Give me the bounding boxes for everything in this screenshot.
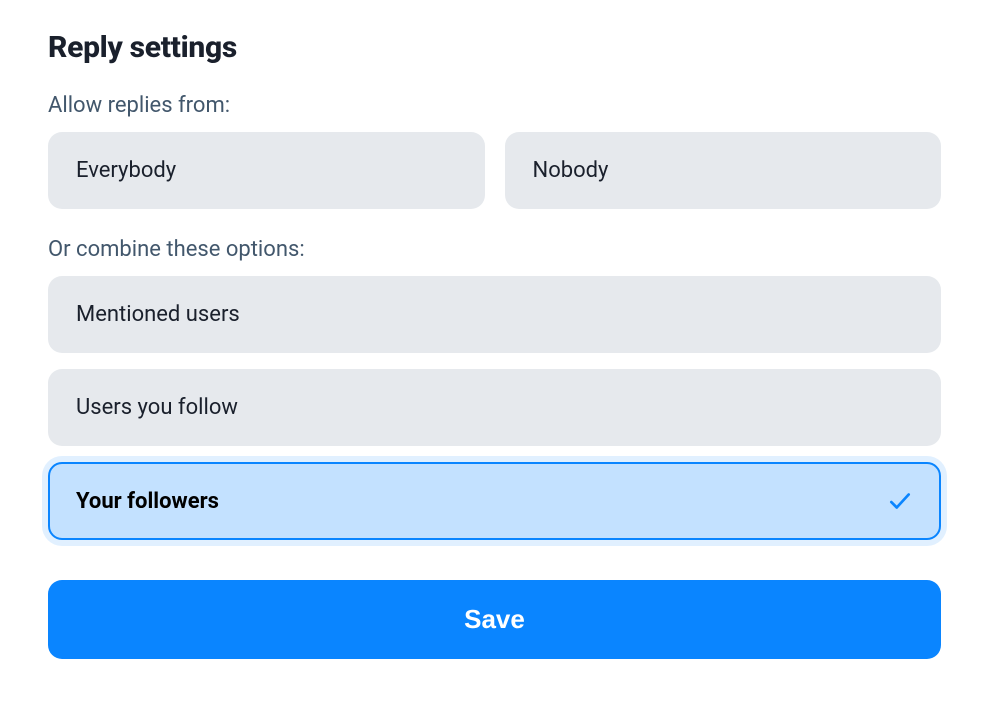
option-label: Nobody: [533, 158, 609, 183]
option-your-followers[interactable]: Your followers: [48, 462, 941, 540]
page-title: Reply settings: [48, 30, 941, 65]
option-label: Mentioned users: [76, 302, 240, 327]
check-icon: [887, 488, 913, 514]
option-users-you-follow[interactable]: Users you follow: [48, 369, 941, 446]
combine-options-stack: Mentioned users Users you follow Your fo…: [48, 276, 941, 540]
option-label: Everybody: [76, 158, 176, 183]
option-mentioned-users[interactable]: Mentioned users: [48, 276, 941, 353]
allow-replies-label: Allow replies from:: [48, 93, 941, 118]
option-label: Your followers: [76, 489, 219, 514]
option-nobody[interactable]: Nobody: [505, 132, 942, 209]
option-label: Users you follow: [76, 395, 238, 420]
option-everybody[interactable]: Everybody: [48, 132, 485, 209]
primary-options-row: Everybody Nobody: [48, 132, 941, 209]
combine-options-label: Or combine these options:: [48, 237, 941, 262]
save-button[interactable]: Save: [48, 580, 941, 659]
